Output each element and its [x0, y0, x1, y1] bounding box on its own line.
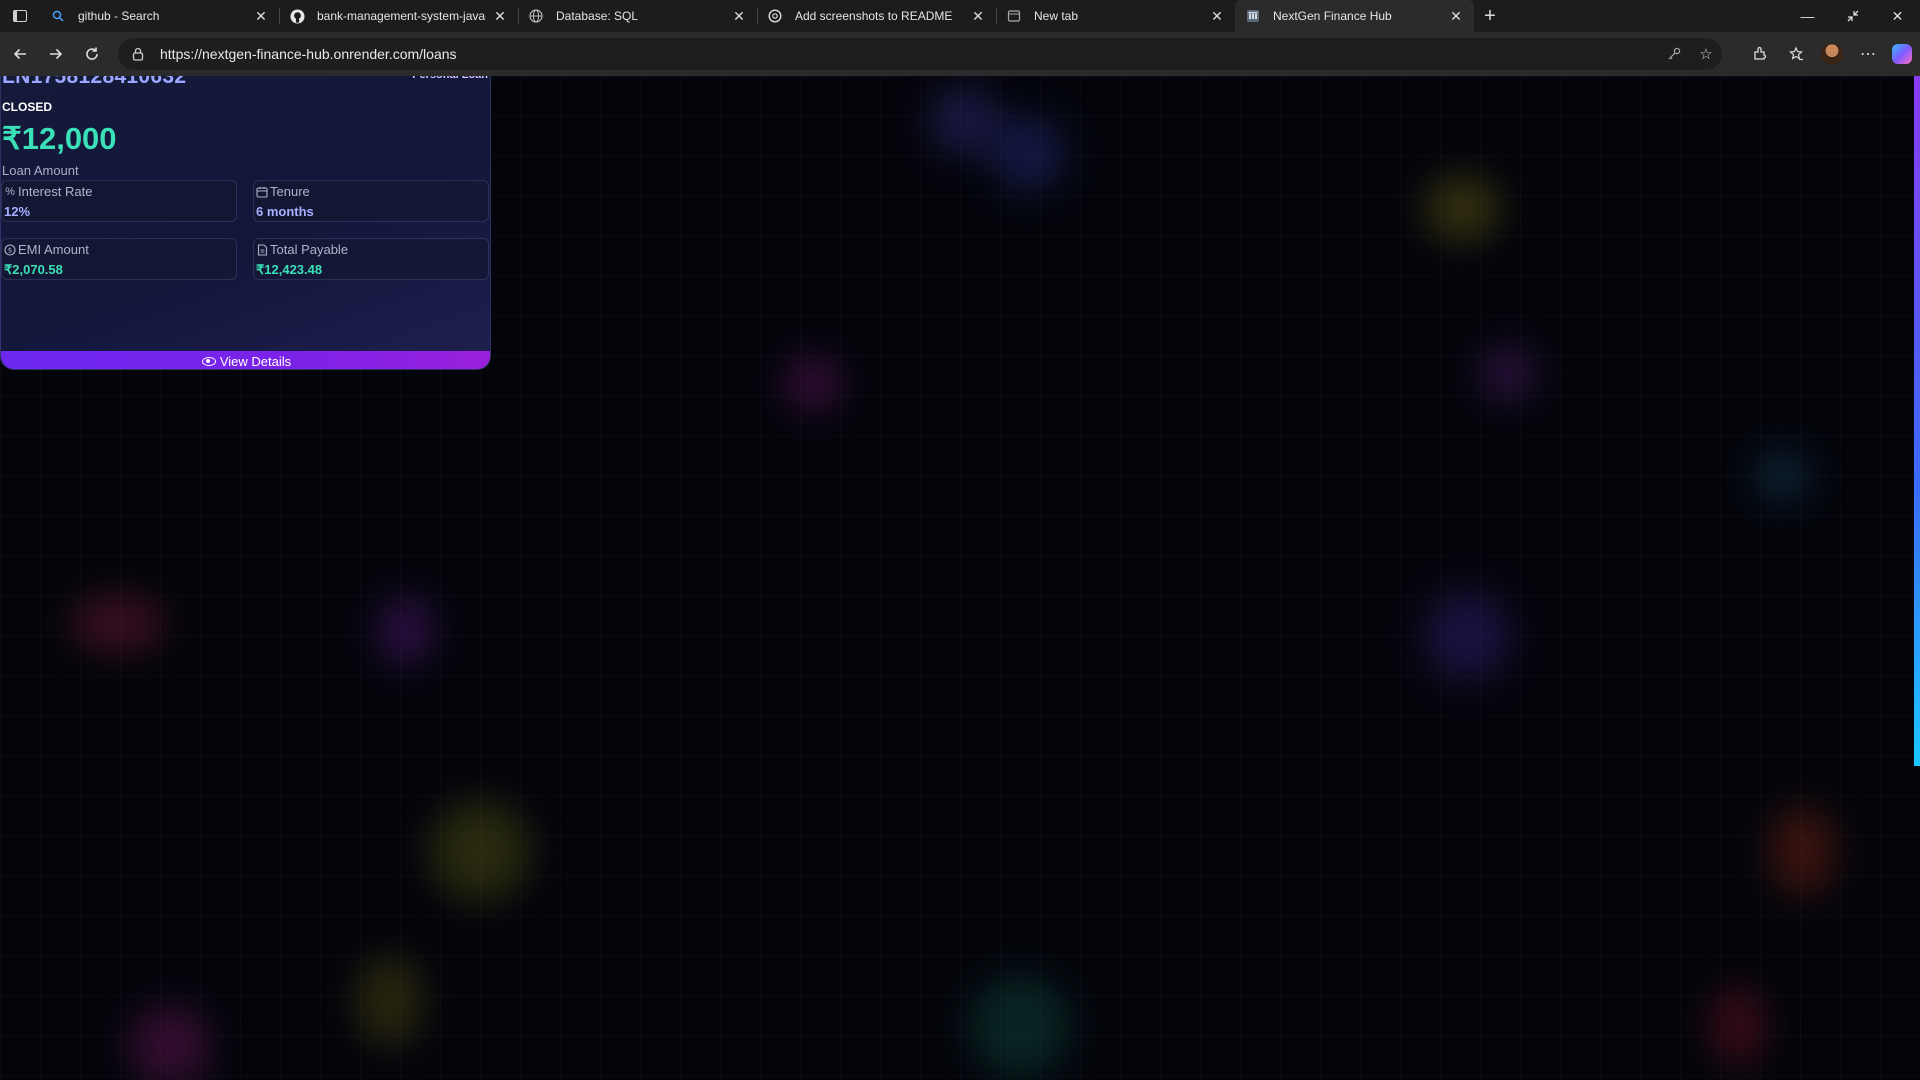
tab-title: Add screenshots to README [795, 9, 953, 23]
background-glow [1425, 176, 1500, 241]
tab-bar: github - Search ✕ bank-management-system… [0, 0, 1920, 32]
url-text: https://nextgen-finance-hub.onrender.com… [160, 46, 457, 62]
copilot-icon[interactable] [1892, 44, 1912, 64]
browser-toolbar: https://nextgen-finance-hub.onrender.com… [0, 32, 1920, 76]
percent-icon: % [5, 185, 15, 198]
total-payable-stat: Total Payable ₹12,423.48 [253, 238, 489, 280]
new-tab-icon [1006, 8, 1022, 24]
stat-value: 6 months [256, 204, 314, 219]
tab-title: New tab [1034, 9, 1079, 23]
tab-add-screenshots[interactable]: Add screenshots to README ✕ [757, 0, 996, 32]
stat-value: 12% [4, 204, 31, 219]
search-icon [50, 8, 66, 24]
github-icon [289, 8, 305, 24]
close-tab-icon[interactable]: ✕ [970, 8, 986, 24]
background-glow [70, 596, 165, 651]
view-details-label: View Details [219, 353, 292, 369]
background-glow [430, 801, 530, 901]
page-viewport: Personal Loan LN1758128410632 CLOSED ₹12… [0, 76, 1920, 1080]
background-glow [1755, 451, 1810, 501]
refresh-icon[interactable] [74, 38, 110, 70]
close-tab-icon[interactable]: ✕ [253, 8, 269, 24]
bank-icon [1245, 8, 1261, 24]
close-tab-icon[interactable]: ✕ [1209, 8, 1225, 24]
background-glow [785, 356, 840, 411]
loan-id: LN1758128410632 [2, 76, 187, 88]
forward-icon[interactable] [38, 38, 74, 70]
document-icon [256, 243, 268, 256]
calendar-icon [256, 185, 268, 198]
more-menu-icon[interactable]: ⋯ [1850, 38, 1886, 70]
collections-icon[interactable] [1778, 38, 1814, 70]
close-tab-icon[interactable]: ✕ [1448, 8, 1464, 24]
tab-github-search[interactable]: github - Search ✕ [40, 0, 279, 32]
background-glow [930, 86, 1000, 156]
stat-value: ₹2,070.58 [4, 262, 63, 277]
loan-type-badge: Personal Loan [412, 76, 488, 81]
background-glow [1480, 346, 1535, 401]
password-key-icon[interactable] [1658, 47, 1690, 61]
background-glow [378, 596, 433, 666]
background-glow [1425, 591, 1510, 681]
tab-new-tab[interactable]: New tab ✕ [996, 0, 1235, 32]
loan-card: Personal Loan LN1758128410632 CLOSED ₹12… [0, 76, 491, 370]
close-tab-icon[interactable]: ✕ [731, 8, 747, 24]
view-details-button[interactable]: View Details [1, 351, 490, 369]
minimize-icon[interactable]: — [1785, 0, 1830, 32]
dollar-circle-icon: $ [4, 243, 16, 256]
status-badge: CLOSED [2, 100, 53, 114]
tab-title: NextGen Finance Hub [1273, 9, 1392, 23]
lock-icon[interactable] [130, 46, 146, 62]
openai-icon [767, 8, 783, 24]
tab-actions-button[interactable] [0, 0, 40, 32]
favorite-star-icon[interactable]: ☆ [1690, 45, 1722, 63]
stat-label: Tenure [270, 184, 310, 199]
stat-label: EMI Amount [18, 242, 89, 257]
globe-icon [528, 8, 544, 24]
background-glow [130, 1006, 210, 1080]
toolbar-right: ⋯ [1742, 38, 1920, 70]
tab-title: bank-management-system-java-f [317, 9, 486, 23]
restore-icon[interactable] [1830, 0, 1875, 32]
loan-amount-label: Loan Amount [2, 163, 79, 178]
close-tab-icon[interactable]: ✕ [492, 8, 508, 24]
stat-label: Interest Rate [18, 184, 93, 199]
scrollbar[interactable] [1914, 76, 1920, 766]
background-glow [1710, 986, 1765, 1066]
tab-actions-icon [13, 10, 27, 22]
profile-avatar[interactable] [1821, 43, 1843, 65]
tab-bank-repo[interactable]: bank-management-system-java-f ✕ [279, 0, 518, 32]
tab-title: github - Search [78, 9, 160, 23]
emi-amount-stat: $ EMI Amount ₹2,070.58 [1, 238, 237, 280]
loan-amount-value: ₹12,000 [2, 121, 117, 156]
stat-label: Total Payable [270, 242, 349, 257]
background-glow [990, 116, 1065, 191]
interest-rate-stat: % Interest Rate 12% [1, 180, 237, 222]
tenure-stat: Tenure 6 months [253, 180, 489, 222]
background-glow [1770, 806, 1835, 896]
tab-nextgen-finance[interactable]: NextGen Finance Hub ✕ [1235, 0, 1474, 32]
tab-title: Database: SQL [556, 9, 639, 23]
background-glow [357, 956, 422, 1046]
stat-value: ₹12,423.48 [256, 262, 323, 277]
window-controls: — ✕ [1785, 0, 1920, 32]
svg-text:$: $ [8, 246, 12, 254]
eye-icon [201, 356, 216, 366]
background-glow [970, 976, 1070, 1076]
new-tab-button[interactable]: + [1474, 0, 1506, 32]
address-bar[interactable]: https://nextgen-finance-hub.onrender.com… [118, 38, 1722, 70]
back-icon[interactable] [2, 38, 38, 70]
tab-database-sql[interactable]: Database: SQL ✕ [518, 0, 757, 32]
close-window-icon[interactable]: ✕ [1875, 0, 1920, 32]
extensions-icon[interactable] [1742, 38, 1778, 70]
